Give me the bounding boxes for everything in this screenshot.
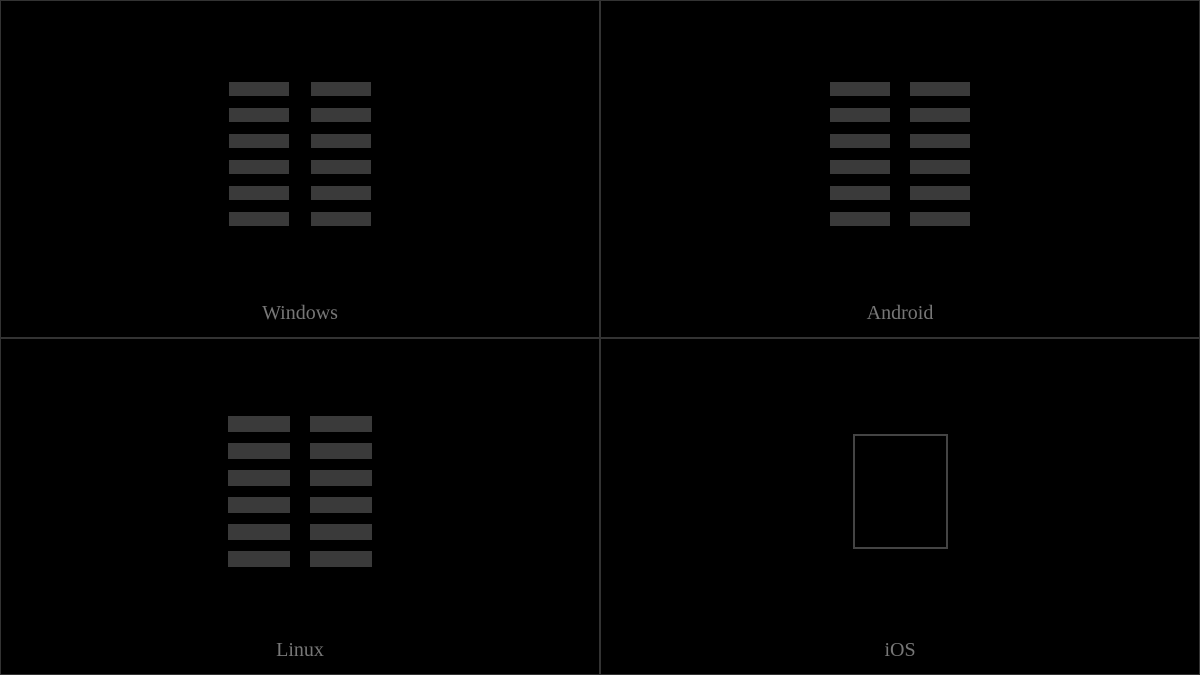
hexagram-segment [310, 497, 372, 513]
hexagram-segment [830, 186, 890, 200]
hexagram-line [830, 212, 970, 226]
hexagram-segment [228, 470, 290, 486]
hexagram-segment [310, 470, 372, 486]
glyph-container-linux [1, 371, 599, 611]
hexagram-segment [910, 212, 970, 226]
cell-android: Android [600, 0, 1200, 338]
hexagram-segment [229, 82, 289, 96]
hexagram-segment [229, 108, 289, 122]
platform-label-linux: Linux [276, 639, 324, 662]
cell-linux: Linux [0, 338, 600, 675]
hexagram-segment [229, 160, 289, 174]
hexagram-segment [830, 108, 890, 122]
hexagram-segment [311, 134, 371, 148]
hexagram-line [830, 160, 970, 174]
hexagram-line [229, 186, 371, 200]
hexagram-segment [310, 416, 372, 432]
hexagram-segment [229, 134, 289, 148]
hexagram-glyph-icon [830, 82, 970, 226]
hexagram-line [830, 82, 970, 96]
hexagram-segment [910, 160, 970, 174]
hexagram-segment [228, 416, 290, 432]
hexagram-segment [910, 82, 970, 96]
hexagram-line [229, 134, 371, 148]
cell-ios: iOS [600, 338, 1200, 675]
hexagram-segment [228, 443, 290, 459]
hexagram-line [228, 497, 372, 513]
hexagram-segment [910, 134, 970, 148]
platform-label-ios: iOS [884, 639, 915, 662]
cell-windows: Windows [0, 0, 600, 338]
hexagram-segment [830, 212, 890, 226]
hexagram-glyph-icon [229, 82, 371, 226]
hexagram-line [229, 108, 371, 122]
hexagram-segment [310, 443, 372, 459]
hexagram-line [830, 134, 970, 148]
hexagram-segment [910, 186, 970, 200]
hexagram-segment [311, 82, 371, 96]
hexagram-segment [830, 160, 890, 174]
platform-label-windows: Windows [262, 302, 338, 325]
hexagram-segment [311, 212, 371, 226]
hexagram-segment [311, 186, 371, 200]
hexagram-line [830, 108, 970, 122]
hexagram-segment [910, 108, 970, 122]
hexagram-segment [830, 82, 890, 96]
hexagram-segment [830, 134, 890, 148]
glyph-container-android [601, 34, 1199, 274]
hexagram-line [229, 160, 371, 174]
hexagram-segment [228, 551, 290, 567]
hexagram-segment [229, 212, 289, 226]
glyph-container-windows [1, 34, 599, 274]
hexagram-line [228, 524, 372, 540]
hexagram-segment [310, 551, 372, 567]
missing-glyph-box-icon [853, 434, 948, 549]
glyph-container-ios [601, 371, 1199, 611]
hexagram-line [228, 443, 372, 459]
hexagram-line [830, 186, 970, 200]
hexagram-segment [311, 108, 371, 122]
hexagram-line [228, 416, 372, 432]
hexagram-segment [311, 160, 371, 174]
hexagram-line [229, 82, 371, 96]
hexagram-line [229, 212, 371, 226]
hexagram-segment [228, 497, 290, 513]
hexagram-line [228, 470, 372, 486]
platform-label-android: Android [867, 302, 934, 325]
hexagram-segment [229, 186, 289, 200]
hexagram-segment [310, 524, 372, 540]
hexagram-segment [228, 524, 290, 540]
hexagram-glyph-icon [228, 416, 372, 567]
hexagram-line [228, 551, 372, 567]
